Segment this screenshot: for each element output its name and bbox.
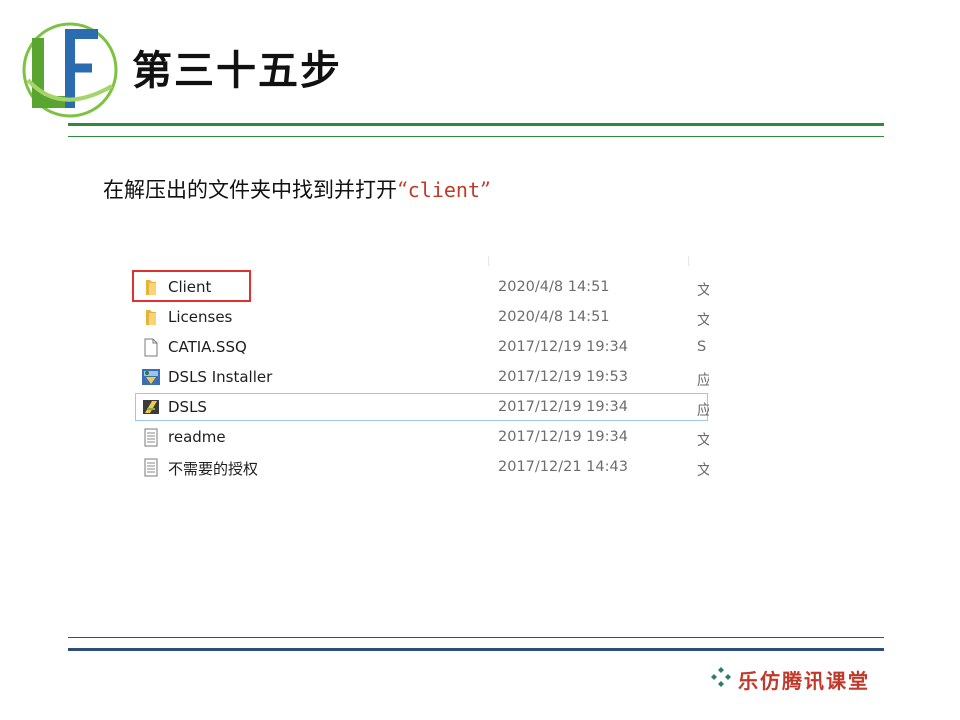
- file-name: readme: [168, 428, 226, 446]
- file-row-readme[interactable]: readme 2017/12/19 19:34 文: [135, 423, 709, 451]
- file-type: 文: [697, 433, 709, 449]
- installer-icon: [142, 369, 160, 385]
- file-type: 文: [697, 283, 709, 299]
- file-date: 2017/12/19 19:53: [498, 369, 628, 385]
- instruction-text: 在解压出的文件夹中找到并打开“client”: [103, 174, 491, 204]
- page-title: 第三十五步: [132, 48, 342, 94]
- lf-logo: [22, 22, 118, 118]
- column-divider[interactable]: [688, 256, 689, 266]
- file-type: 文: [697, 463, 709, 479]
- client-highlight-box: [132, 270, 251, 302]
- header-divider-thin: [68, 136, 884, 137]
- file-date: 2017/12/19 19:34: [498, 429, 628, 445]
- file-date: 2017/12/19 19:34: [498, 399, 628, 415]
- file-name: 不需要的授权: [168, 460, 259, 478]
- file-icon: [144, 338, 158, 357]
- footer-divider-thin: [68, 637, 884, 638]
- file-row-dsls[interactable]: DSLS 2017/12/19 19:34 应: [135, 393, 709, 421]
- file-name: DSLS: [168, 398, 207, 416]
- instruction-target: client: [407, 178, 480, 202]
- file-date: 2017/12/21 14:43: [498, 459, 628, 475]
- instruction-prefix: 在解压出的文件夹中找到并打开: [103, 178, 397, 202]
- file-name: CATIA.SSQ: [168, 338, 247, 356]
- app-icon: [143, 400, 159, 414]
- file-row-licenses[interactable]: Licenses 2020/4/8 14:51 文: [135, 303, 709, 331]
- file-row-catia-ssq[interactable]: CATIA.SSQ 2017/12/19 19:34 S: [135, 333, 708, 361]
- file-type: S: [697, 339, 707, 355]
- file-name: DSLS Installer: [168, 368, 273, 386]
- folder-icon: [146, 310, 156, 325]
- diamond-cluster-icon: [711, 667, 731, 687]
- file-type: 应: [697, 373, 709, 389]
- file-date: 2020/4/8 14:51: [498, 309, 610, 325]
- footer-divider-thick: [68, 648, 884, 651]
- instruction-quote-close: ”: [480, 178, 491, 202]
- file-row-unneeded-license[interactable]: 不需要的授权 2017/12/21 14:43 文: [135, 453, 709, 481]
- text-file-icon: [144, 458, 158, 477]
- file-row-dsls-installer[interactable]: DSLS Installer 2017/12/19 19:53 应: [135, 363, 709, 391]
- file-date: 2017/12/19 19:34: [498, 339, 628, 355]
- file-name: Licenses: [168, 308, 233, 326]
- file-date: 2020/4/8 14:51: [498, 279, 610, 295]
- header-divider-thick: [68, 123, 884, 126]
- brand-name: 乐仿腾讯课堂: [738, 669, 870, 693]
- instruction-quote-open: “: [397, 178, 408, 202]
- text-file-icon: [144, 428, 158, 447]
- column-divider[interactable]: [488, 256, 489, 266]
- file-type: 文: [697, 313, 709, 329]
- file-type: 应: [697, 403, 709, 419]
